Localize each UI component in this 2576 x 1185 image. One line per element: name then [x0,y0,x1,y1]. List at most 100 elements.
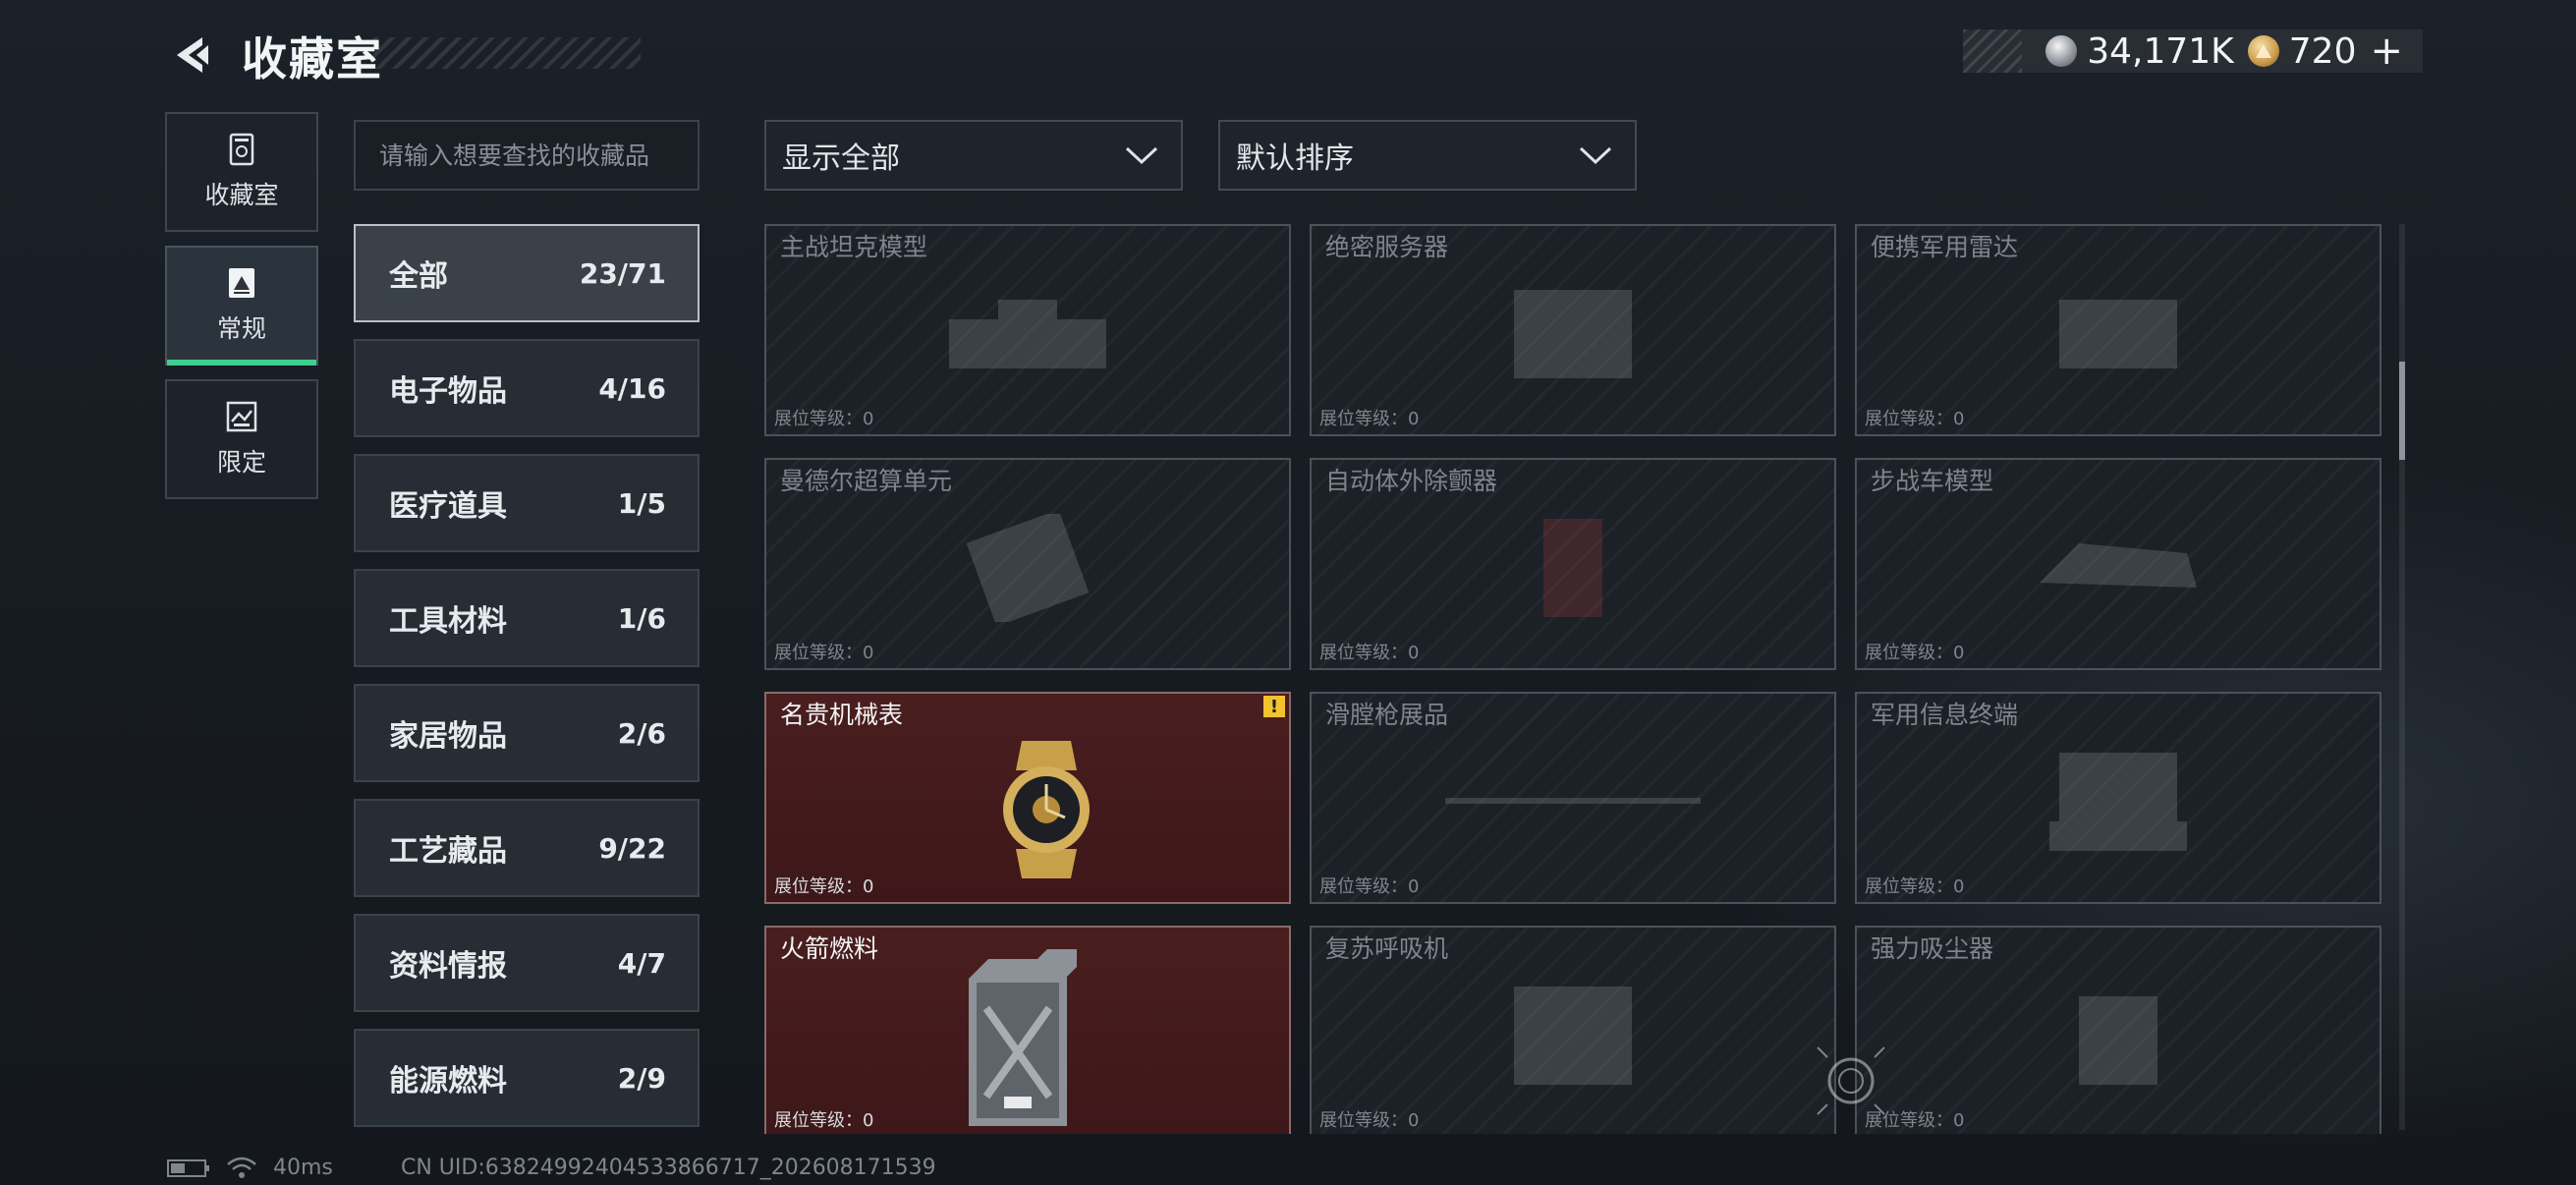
item-name: 复苏呼吸机 [1325,934,1449,963]
regular-collection-icon [229,268,254,298]
category-count: 2/6 [617,716,666,750]
gold-coin-icon [2247,35,2279,67]
category-name: 医疗道具 [389,489,507,524]
fuel-canister-icon [969,949,1077,1126]
item-name: 名贵机械表 [780,701,904,729]
item-name: 曼德尔超算单元 [780,467,953,495]
item-name: 火箭燃料 [780,934,879,963]
item-level: 展位等级：0 [1319,409,1420,429]
item-name: 主战坦克模型 [780,233,928,261]
collection-card[interactable]: 曼德尔超算单元 展位等级：0 [764,458,1291,670]
category-crafts[interactable]: 工艺藏品 9/22 [354,799,700,897]
page-title: 收藏室 [242,32,383,85]
category-medical[interactable]: 医疗道具 1/5 [354,454,700,552]
collection-card[interactable]: 复苏呼吸机 展位等级：0 [1310,926,1836,1134]
status-footer: 40ms [167,1156,333,1180]
display-filter-value: 显示全部 [782,141,900,176]
defibrillator-icon [1543,519,1602,618]
category-all[interactable]: 全部 23/71 [354,224,700,322]
category-name: 工具材料 [389,604,507,639]
collection-room-icon [229,133,254,166]
luxury-watch-icon [1003,741,1090,878]
category-tools[interactable]: 工具材料 1/6 [354,569,700,667]
add-currency-button[interactable]: + [2370,28,2403,74]
chevron-down-icon [1125,146,1158,165]
category-count: 9/22 [598,831,666,865]
category-count: 23/71 [579,256,666,290]
item-level: 展位等级：0 [1319,643,1420,663]
collection-card[interactable]: 滑膛枪展品 展位等级：0 [1310,692,1836,904]
item-level: 展位等级：0 [774,876,874,897]
display-filter-dropdown[interactable]: 显示全部 [764,120,1183,191]
category-name: 家居物品 [389,719,507,754]
ifv-model-icon [2040,543,2197,589]
nav-tab-limited[interactable]: 限定 [165,379,318,499]
collection-card[interactable]: 步战车模型 展位等级：0 [1855,458,2381,670]
silver-currency: 34,171K [2045,31,2234,72]
category-count: 2/9 [617,1061,666,1095]
category-name: 能源燃料 [389,1064,507,1099]
grid-scrollbar[interactable] [2399,224,2405,1130]
server-icon [1514,290,1632,379]
item-name: 强力吸尘器 [1871,934,1994,963]
sort-value: 默认排序 [1236,141,1354,176]
collection-card[interactable]: 强力吸尘器 展位等级：0 [1855,926,2381,1134]
gold-currency: 720 + [2247,28,2403,74]
item-level: 展位等级：0 [774,1110,874,1131]
reticle-icon [1817,1046,1885,1115]
category-energy[interactable]: 能源燃料 2/9 [354,1029,700,1127]
collection-card[interactable]: 自动体外除颤器 展位等级：0 [1310,458,1836,670]
category-intel[interactable]: 资料情报 4/7 [354,914,700,1012]
item-name: 滑膛枪展品 [1325,701,1449,729]
collection-card[interactable]: 便携军用雷达 展位等级：0 [1855,224,2381,436]
title-decoration [373,37,641,69]
nav-tab-label: 限定 [216,448,266,477]
collection-card[interactable]: 军用信息终端 展位等级：0 [1855,692,2381,904]
currency-bar: 34,171K 720 + [1963,28,2423,74]
radar-icon [2059,300,2177,369]
category-count: 1/6 [617,601,666,635]
nav-tab-label: 收藏室 [204,181,279,209]
silver-amount: 34,171K [2087,30,2234,72]
sort-dropdown[interactable]: 默认排序 [1218,120,1637,191]
nav-tab-collection-room[interactable]: 收藏室 [165,112,318,232]
collection-card-owned[interactable]: 名贵机械表 ! 展位等级：0 [764,692,1291,904]
item-name: 绝密服务器 [1325,233,1449,261]
item-level: 展位等级：0 [1319,1110,1420,1131]
search-input[interactable] [354,120,700,191]
silver-coin-icon [2045,35,2078,67]
item-level: 展位等级：0 [1865,876,1965,897]
item-level: 展位等级：0 [774,643,874,663]
battery-icon [167,1158,209,1177]
category-name: 电子物品 [389,374,507,409]
user-uid: CN UID:6382499240453386671​7_20260817153… [401,1156,936,1180]
collection-card-owned[interactable]: 火箭燃料 展位等级：0 [764,926,1291,1134]
gold-amount: 720 [2288,30,2357,72]
nav-tab-regular[interactable]: 常规 [165,246,318,366]
item-level: 展位等级：0 [1865,409,1965,429]
item-name: 步战车模型 [1871,467,1994,495]
category-name: 工艺藏品 [389,834,507,869]
scrollbar-thumb[interactable] [2399,362,2405,460]
military-terminal-icon [2049,753,2187,852]
vacuum-cleaner-icon [2079,996,2157,1086]
back-arrow-icon [177,37,208,73]
collection-card[interactable]: 绝密服务器 展位等级：0 [1310,224,1836,436]
collection-card[interactable]: 主战坦克模型 展位等级：0 [764,224,1291,436]
category-name: 全部 [389,259,448,294]
category-name: 资料情报 [389,949,507,984]
ventilator-icon [1514,987,1632,1086]
category-count: 4/7 [617,946,666,980]
supercomputer-unit-icon [966,514,1090,623]
category-count: 1/5 [617,486,666,520]
latency-value: 40ms [273,1156,333,1180]
nav-tab-label: 常规 [216,314,266,343]
item-level: 展位等级：0 [774,409,874,429]
tank-model-icon [949,300,1106,369]
limited-collection-icon [226,401,257,432]
back-button[interactable] [165,28,220,83]
category-electronics[interactable]: 电子物品 4/16 [354,339,700,437]
wifi-icon [227,1157,256,1178]
category-household[interactable]: 家居物品 2/6 [354,684,700,782]
category-count: 4/16 [598,371,666,405]
